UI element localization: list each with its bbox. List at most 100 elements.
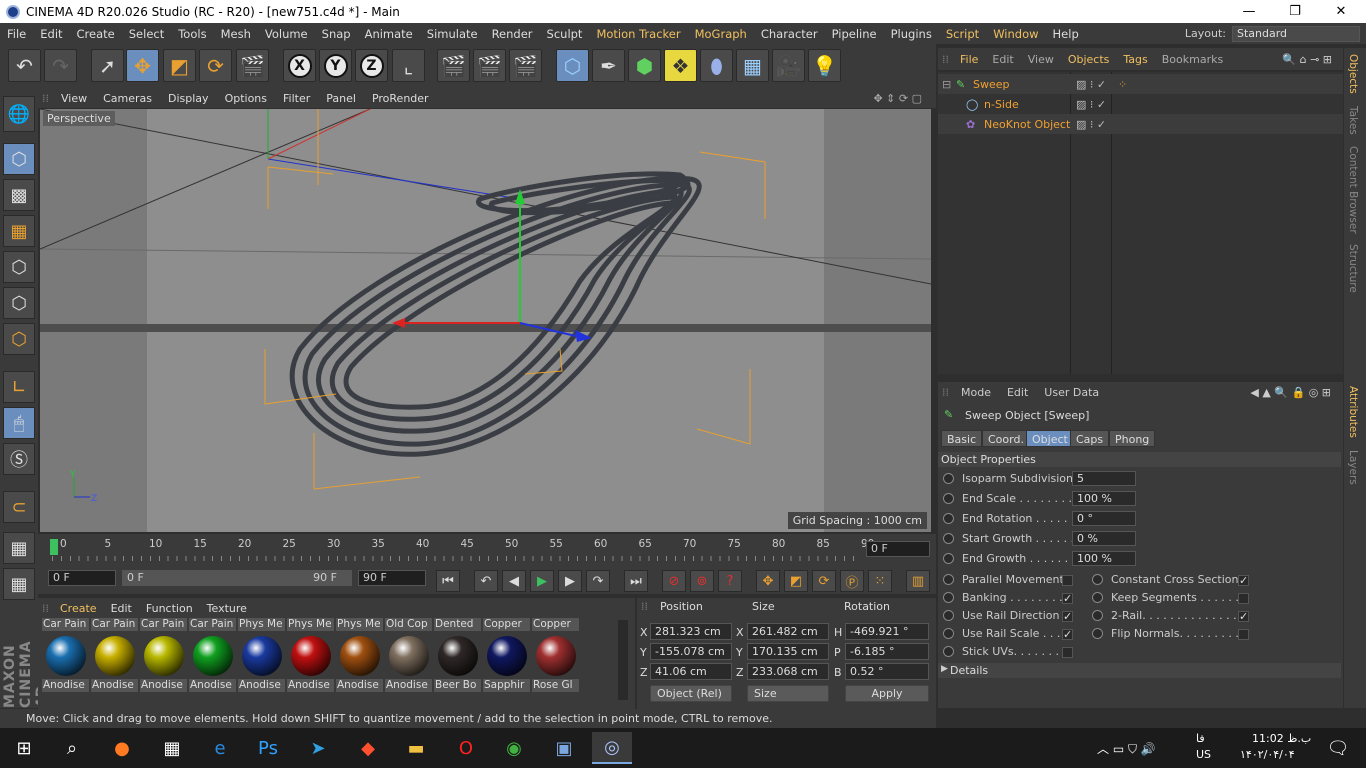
object-row-neoknot[interactable]: ✿ NeoKnot Object ▨ ⁝ ✓ — [938, 114, 1343, 134]
rot-h-field[interactable]: -469.921 ° — [845, 623, 929, 640]
mat-menu-create[interactable]: Create — [53, 602, 104, 615]
close-button[interactable]: ✕ — [1318, 0, 1364, 23]
polygons-mode-icon[interactable]: ⬡ — [3, 323, 35, 355]
collapse-icon[interactable]: ⊟ — [942, 78, 951, 91]
mat-menu-edit[interactable]: Edit — [104, 602, 139, 615]
object-name[interactable]: Sweep — [973, 78, 1010, 91]
next-key-icon[interactable]: ↷ — [586, 570, 610, 592]
obj-menu-objects[interactable]: Objects — [1061, 53, 1117, 66]
material-swatch[interactable]: Copper Rose Gl — [532, 618, 579, 700]
tab-object[interactable]: Object — [1026, 430, 1074, 447]
menu-simulate[interactable]: Simulate — [420, 27, 485, 41]
menu-script[interactable]: Script — [939, 27, 986, 41]
animate-radio-icon[interactable] — [1092, 574, 1103, 585]
apply-button[interactable]: Apply — [845, 685, 929, 702]
timeline-ruler[interactable]: 051015202530354045505560657075808590 0 F — [38, 534, 936, 564]
clock-date[interactable]: ۱۴۰۲/۰۴/۰۴ — [1240, 748, 1295, 761]
material-swatch[interactable]: Copper Sapphir — [483, 618, 530, 700]
vp-menu-display[interactable]: Display — [160, 92, 217, 105]
menu-plugins[interactable]: Plugins — [884, 27, 939, 41]
checkbox[interactable]: ✓ — [1238, 611, 1249, 622]
coord-mode-dropdown[interactable]: Object (Rel) — [650, 685, 732, 702]
panel-grip-icon[interactable]: ⁞⁞ — [641, 600, 648, 613]
key-rotation-icon[interactable]: ⟳ — [812, 570, 836, 592]
axis-mode-icon[interactable]: ∟ — [3, 371, 35, 403]
object-name[interactable]: n-Side — [984, 98, 1019, 111]
obj-menu-edit[interactable]: Edit — [985, 53, 1020, 66]
array-icon[interactable]: ❖ — [664, 49, 697, 82]
chrome-icon[interactable]: ◉ — [494, 732, 534, 764]
property-field[interactable]: 5 — [1072, 471, 1136, 486]
checkbox[interactable]: ✓ — [1062, 611, 1073, 622]
menu-pipeline[interactable]: Pipeline — [825, 27, 884, 41]
menu-file[interactable]: File — [0, 27, 33, 41]
menu-window[interactable]: Window — [986, 27, 1045, 41]
menu-animate[interactable]: Animate — [358, 27, 420, 41]
menu-character[interactable]: Character — [754, 27, 825, 41]
edge-icon[interactable]: e — [200, 732, 240, 764]
animate-radio-icon[interactable] — [943, 473, 954, 484]
start-frame-field[interactable]: 0 F — [48, 570, 116, 586]
key-scale-icon[interactable]: ◩ — [784, 570, 808, 592]
vp-menu-prorender[interactable]: ProRender — [364, 92, 437, 105]
animate-radio-icon[interactable] — [943, 553, 954, 564]
animate-radio-icon[interactable] — [1092, 592, 1103, 603]
menu-sculpt[interactable]: Sculpt — [540, 27, 590, 41]
property-field[interactable]: 0 % — [1072, 531, 1136, 546]
tab-coord[interactable]: Coord. — [982, 430, 1030, 447]
animate-radio-icon[interactable] — [1092, 628, 1103, 639]
checkbox[interactable]: ✓ — [1062, 593, 1073, 604]
animate-radio-icon[interactable] — [943, 628, 954, 639]
minimize-button[interactable]: — — [1226, 0, 1272, 23]
brave-icon[interactable]: ◆ — [348, 732, 388, 764]
redo-icon[interactable]: ↷ — [44, 49, 77, 82]
details-section[interactable]: Details — [938, 663, 1341, 678]
expand-arrow-icon[interactable]: ▶ — [941, 664, 948, 674]
menu-snap[interactable]: Snap — [315, 27, 358, 41]
scale-tool-icon[interactable]: ◩ — [163, 49, 196, 82]
material-swatch[interactable]: Car Pain Anodise — [91, 618, 138, 700]
object-name[interactable]: NeoKnot Object — [984, 118, 1070, 131]
panel-grip-icon[interactable]: ⁞⁞ — [38, 92, 53, 105]
animate-radio-icon[interactable] — [1092, 610, 1103, 621]
menu-motion-tracker[interactable]: Motion Tracker — [589, 27, 687, 41]
material-swatch[interactable]: Car Pain Anodise — [42, 618, 89, 700]
tweak-mode-icon[interactable]: 🖱 — [3, 407, 35, 439]
animate-radio-icon[interactable] — [943, 574, 954, 585]
mat-menu-function[interactable]: Function — [139, 602, 200, 615]
side-tab-takes[interactable]: Takes — [1347, 106, 1359, 135]
windows-start-icon[interactable]: ⊞ — [4, 732, 44, 764]
side-tab-attributes[interactable]: Attributes — [1347, 386, 1359, 438]
remote-desktop-icon[interactable]: ▣ — [544, 732, 584, 764]
panel-grip-icon[interactable]: ⁞⁞ — [938, 53, 953, 66]
autokey-icon[interactable]: ⊚ — [690, 570, 714, 592]
rotate-tool-icon[interactable]: ⟳ — [199, 49, 232, 82]
search-icon[interactable]: ⌕ — [52, 732, 92, 764]
rot-b-field[interactable]: 0.52 ° — [845, 663, 929, 680]
attr-menu-edit[interactable]: Edit — [999, 386, 1036, 399]
language-indicator[interactable]: فا — [1196, 732, 1205, 745]
menu-help[interactable]: Help — [1046, 27, 1086, 41]
undo-icon[interactable]: ↶ — [8, 49, 41, 82]
end-frame-field[interactable]: 90 F — [358, 570, 426, 586]
obj-menu-view[interactable]: View — [1021, 53, 1061, 66]
go-to-end-icon[interactable]: ⏭ — [624, 570, 648, 592]
property-field[interactable]: 100 % — [1072, 551, 1136, 566]
property-field[interactable]: 0 ° — [1072, 511, 1136, 526]
model-mode-icon[interactable]: ⬡ — [3, 143, 35, 175]
render-settings-icon[interactable]: 🎬 — [509, 49, 542, 82]
attr-menu-userdata[interactable]: User Data — [1036, 386, 1107, 399]
planar-workplane-icon[interactable]: ▦ — [3, 568, 35, 600]
side-tab-structure[interactable]: Structure — [1347, 244, 1359, 293]
viewport-nav-icons[interactable]: ✥ ⇕ ⟳ ▢ — [865, 92, 930, 105]
size-x-field[interactable]: 261.482 cm — [747, 623, 829, 640]
maximize-button[interactable]: ❐ — [1272, 0, 1318, 23]
render-to-picture-viewer-icon[interactable]: 🎬 — [473, 49, 506, 82]
language-indicator-2[interactable]: US — [1196, 748, 1211, 761]
menu-volume[interactable]: Volume — [258, 27, 315, 41]
animate-radio-icon[interactable] — [943, 592, 954, 603]
tab-phong[interactable]: Phong — [1109, 430, 1156, 447]
move-tool-icon[interactable]: ✥ — [126, 49, 159, 82]
pos-z-field[interactable]: 41.06 cm — [650, 663, 732, 680]
vp-menu-options[interactable]: Options — [217, 92, 275, 105]
